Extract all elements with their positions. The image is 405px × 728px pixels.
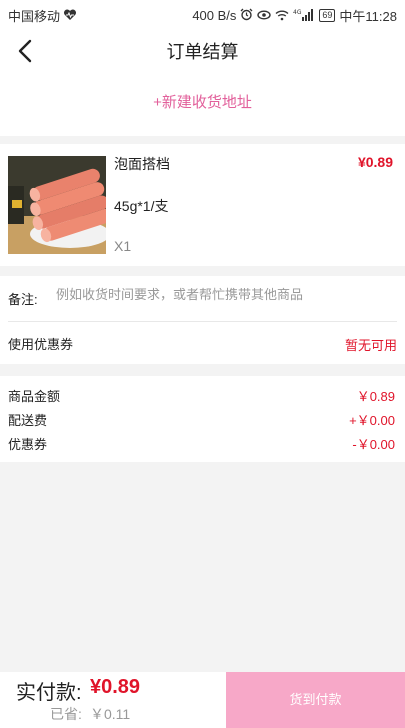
total-amount: ¥0.89 <box>90 676 141 698</box>
status-bar-right: 400 B/s 4G 69 中午11:28 <box>192 6 397 25</box>
discount-value: -￥0.00 <box>352 437 395 452</box>
product-spec: 45g*1/支 <box>114 198 169 214</box>
wifi-icon <box>275 9 289 23</box>
remark-section: 备注: 使用优惠券 暂无可用 <box>0 276 405 364</box>
checkout-bar: 实付款: ¥0.89 已省: ￥0.11 货到付款 <box>0 672 405 728</box>
net-speed: 400 B/s <box>192 8 237 23</box>
address-section: +新建收货地址 <box>0 74 405 136</box>
goods-amount-row: 商品金额 ￥0.89 <box>8 384 395 406</box>
page-title: 订单结算 <box>166 42 239 62</box>
product-name: 泡面搭档 <box>114 156 170 172</box>
status-bar: 中国移动 400 B/s 4G 69 中午11:28 <box>0 0 405 28</box>
saved-amount: ￥0.11 <box>90 706 131 722</box>
product-quantity: X1 <box>114 238 132 254</box>
discount-row: 优惠券 -￥0.00 <box>8 432 395 454</box>
eye-icon <box>257 9 272 23</box>
alarm-icon <box>240 8 253 23</box>
heart-monitor-icon <box>63 8 77 23</box>
remark-label: 备注: <box>8 292 38 307</box>
coupon-row[interactable]: 使用优惠券 暂无可用 <box>8 322 397 364</box>
product-price: ¥0.89 <box>357 154 393 170</box>
saved-label: 已省: <box>50 706 82 722</box>
status-bar-left: 中国移动 <box>8 6 77 25</box>
product-image <box>8 156 106 254</box>
carrier-name: 中国移动 <box>8 9 61 24</box>
add-address-button[interactable]: +新建收货地址 <box>153 91 252 112</box>
discount-label: 优惠券 <box>8 437 48 452</box>
remark-input[interactable] <box>56 287 396 302</box>
nav-bar: 订单结算 <box>0 28 405 74</box>
remark-row: 备注: <box>8 276 397 322</box>
coupon-status: 暂无可用 <box>344 338 397 353</box>
delivery-fee-value: +￥0.00 <box>349 413 395 428</box>
battery-icon: 69 <box>319 9 336 22</box>
total-label: 实付款: <box>16 682 82 704</box>
clock-time: 中午11:28 <box>339 9 397 24</box>
goods-item: 泡面搭档 45g*1/支 X1 ¥0.89 <box>0 144 405 266</box>
price-summary: 商品金额 ￥0.89 配送费 +￥0.00 优惠券 -￥0.00 <box>0 376 405 462</box>
signal-icon: 4G <box>293 8 315 23</box>
goods-amount-label: 商品金额 <box>8 389 61 404</box>
delivery-fee-row: 配送费 +￥0.00 <box>8 408 395 430</box>
cash-on-delivery-button[interactable]: 货到付款 <box>226 672 405 728</box>
network-type-label: 4G <box>293 9 302 16</box>
goods-amount-value: ￥0.89 <box>356 389 395 404</box>
delivery-fee-label: 配送费 <box>8 413 48 428</box>
coupon-label: 使用优惠券 <box>8 337 74 352</box>
